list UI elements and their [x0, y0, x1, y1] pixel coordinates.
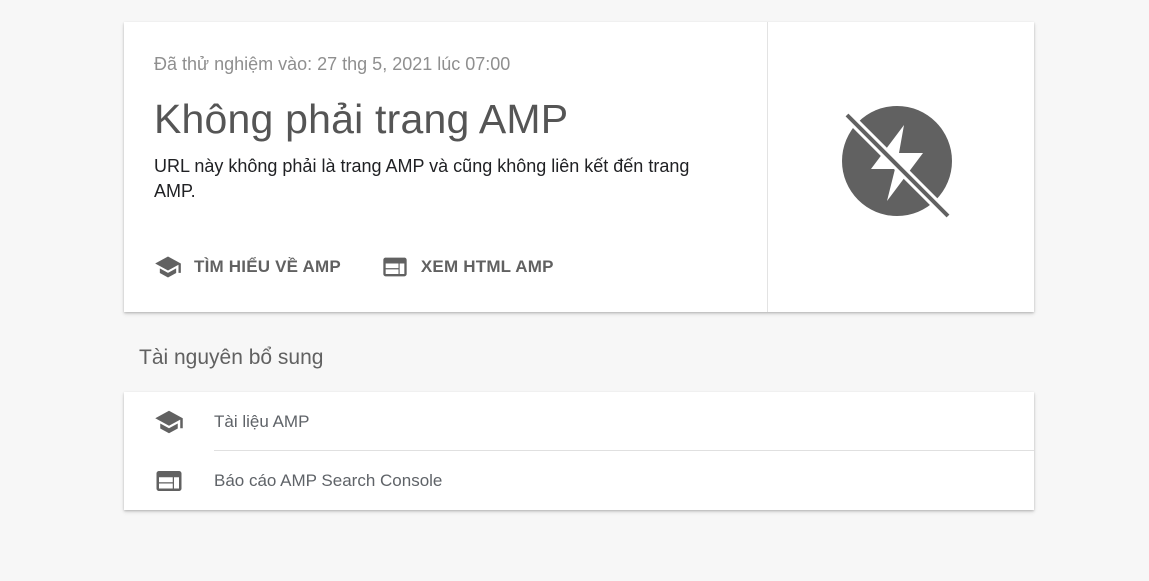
- view-amp-html-button[interactable]: XEM HTML AMP: [381, 252, 554, 282]
- result-description: URL này không phải là trang AMP và cũng …: [154, 156, 690, 201]
- resource-item-amp-docs[interactable]: Tài liệu AMP: [124, 392, 1034, 451]
- web-view-icon: [154, 466, 184, 496]
- result-title: Không phải trang AMP: [154, 96, 569, 142]
- learn-about-amp-label: TÌM HIỂU VỀ AMP: [194, 257, 341, 276]
- test-result-card: Đã thử nghiệm vào: 27 thg 5, 2021 lúc 07…: [124, 22, 1034, 312]
- result-summary: Đã thử nghiệm vào: 27 thg 5, 2021 lúc 07…: [124, 22, 768, 312]
- resource-item-label: Tài liệu AMP: [214, 411, 310, 431]
- learn-about-amp-button[interactable]: TÌM HIỂU VỀ AMP: [154, 252, 341, 282]
- tested-on-timestamp: Đã thử nghiệm vào: 27 thg 5, 2021 lúc 07…: [154, 54, 511, 74]
- result-status-visual: [768, 22, 1034, 312]
- school-icon: [154, 407, 184, 437]
- resource-item-search-console-report[interactable]: Báo cáo AMP Search Console: [124, 451, 1034, 510]
- page: Đã thử nghiệm vào: 27 thg 5, 2021 lúc 07…: [0, 0, 1149, 581]
- result-actions: TÌM HIỂU VỀ AMP XEM HTML AMP: [154, 252, 594, 282]
- resources-list: Tài liệu AMP Báo cáo AMP Search Console: [124, 392, 1034, 510]
- amp-off-icon: [841, 105, 961, 230]
- additional-resources-title: Tài nguyên bổ sung: [139, 346, 324, 369]
- view-amp-html-label: XEM HTML AMP: [420, 257, 554, 276]
- school-icon: [154, 253, 182, 281]
- web-view-icon: [381, 253, 409, 281]
- resource-item-label: Báo cáo AMP Search Console: [214, 470, 443, 490]
